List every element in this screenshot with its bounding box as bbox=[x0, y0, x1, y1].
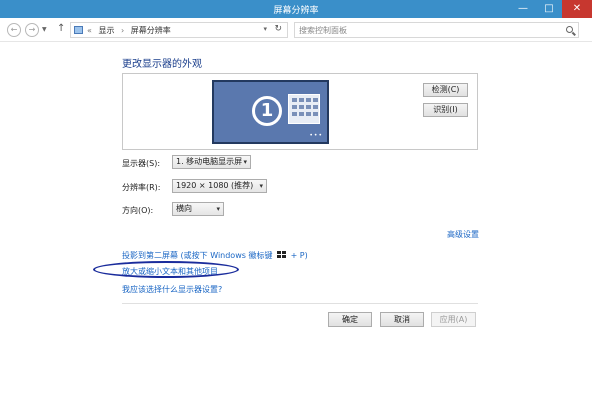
close-button[interactable]: ✕ bbox=[562, 0, 592, 18]
back-button[interactable]: ← bbox=[7, 23, 21, 37]
breadcrumb-display[interactable]: 显示 bbox=[98, 26, 114, 35]
resolution-label: 分辨率(R): bbox=[122, 183, 161, 192]
maximize-button[interactable]: □ bbox=[536, 0, 562, 18]
orientation-select[interactable]: 横向 ▾ bbox=[172, 202, 224, 216]
divider bbox=[122, 303, 478, 304]
display-preview: 1 ••• 检测(C) 识别(I) bbox=[122, 73, 478, 150]
breadcrumb: « 显示 › 屏幕分辨率 bbox=[87, 25, 175, 36]
refresh-button[interactable]: ↻ bbox=[274, 24, 282, 34]
chevron-down-icon: ▾ bbox=[259, 182, 263, 190]
breadcrumb-resolution[interactable]: 屏幕分辨率 bbox=[131, 26, 171, 35]
address-dropdown-icon[interactable]: ▾ bbox=[263, 25, 267, 33]
display-label: 显示器(S): bbox=[122, 159, 161, 168]
control-panel-icon bbox=[74, 26, 83, 34]
display-select[interactable]: 1. 移动电脑显示屏 ▾ bbox=[172, 155, 251, 169]
address-bar[interactable]: « 显示 › 屏幕分辨率 ▾ ↻ bbox=[70, 22, 288, 38]
orientation-select-value: 横向 bbox=[176, 204, 192, 213]
search-icon[interactable] bbox=[566, 26, 573, 33]
breadcrumb-separator[interactable]: › bbox=[121, 26, 124, 35]
up-button[interactable]: ↑ bbox=[57, 23, 65, 34]
project-link-shortcut: + P) bbox=[290, 251, 308, 260]
page-title: 更改显示器的外观 bbox=[122, 59, 202, 70]
window-title: 屏幕分辨率 bbox=[273, 6, 319, 16]
search-placeholder: 搜索控制面板 bbox=[299, 26, 347, 35]
apply-button[interactable]: 应用(A) bbox=[431, 312, 476, 327]
display-select-value: 1. 移动电脑显示屏 bbox=[176, 157, 243, 166]
annotation-ellipse bbox=[93, 261, 239, 278]
start-tiles-icon bbox=[288, 94, 320, 124]
resolution-select[interactable]: 1920 × 1080 (推荐) ▾ bbox=[172, 179, 267, 193]
breadcrumb-overflow[interactable]: « bbox=[87, 26, 92, 35]
search-input[interactable]: 搜索控制面板 bbox=[294, 22, 579, 38]
monitor-number: 1 bbox=[252, 96, 282, 126]
monitor-1-tile[interactable]: 1 ••• bbox=[212, 80, 329, 144]
windows-logo-icon bbox=[277, 251, 287, 259]
forward-button[interactable]: → bbox=[25, 23, 39, 37]
chevron-down-icon: ▾ bbox=[216, 205, 220, 213]
advanced-settings-link[interactable]: 高级设置 bbox=[447, 229, 479, 240]
identify-button[interactable]: 识别(I) bbox=[423, 103, 468, 117]
project-second-screen-link[interactable]: 投影到第二屏幕 (或按下 Windows 徽标键 + P) bbox=[122, 250, 308, 261]
cancel-button[interactable]: 取消 bbox=[380, 312, 424, 327]
resolution-select-value: 1920 × 1080 (推荐) bbox=[176, 181, 254, 190]
minimize-button[interactable]: — bbox=[510, 0, 536, 18]
address-row: ← → ▼ ↑ « 显示 › 屏幕分辨率 ▾ ↻ 搜索控制面板 bbox=[0, 18, 592, 42]
detect-button[interactable]: 检测(C) bbox=[423, 83, 468, 97]
recent-locations-chevron-icon[interactable]: ▼ bbox=[42, 26, 47, 33]
title-bar: 屏幕分辨率 — □ ✕ bbox=[0, 0, 592, 18]
chevron-down-icon: ▾ bbox=[243, 158, 247, 166]
project-link-text: 投影到第二屏幕 (或按下 Windows 徽标键 bbox=[122, 251, 273, 260]
monitor-dots: ••• bbox=[309, 132, 323, 139]
ok-button[interactable]: 确定 bbox=[328, 312, 372, 327]
orientation-label: 方向(O): bbox=[122, 206, 154, 215]
which-settings-link[interactable]: 我应该选择什么显示器设置? bbox=[122, 284, 222, 295]
